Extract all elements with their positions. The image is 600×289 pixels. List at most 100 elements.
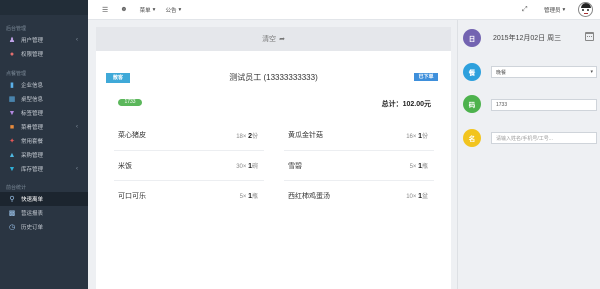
code-circle: 码	[463, 95, 481, 113]
chevron-left-icon: ‹	[76, 37, 78, 43]
dish-quantity: 30× 1碗	[236, 163, 258, 170]
menu-dropdown[interactable]: 菜单 ▾	[140, 6, 156, 14]
sidebar-section-title: 点餐管理	[6, 71, 27, 77]
sidebar-item-label: 用户管理	[21, 38, 44, 44]
sidebar-item-company-info[interactable]: ▮ 企业信息	[0, 78, 88, 92]
sidebar-item-label: 库存管理	[21, 167, 44, 173]
dish-name: 菜心猪皮	[118, 132, 146, 139]
sidebar-item-inventory-management[interactable]: ▼ 库存管理 ‹	[0, 162, 88, 176]
dish-item[interactable]: 西红柿鸡蛋汤 10× 1盆	[284, 180, 434, 210]
dish-quantity: 5× 1瓶	[239, 193, 258, 200]
caret-down-icon: ▾	[152, 6, 156, 13]
sidebar-item-dish-management[interactable]: ■ 菜肴管理 ‹	[0, 120, 88, 134]
sidebar-item-permission-management[interactable]: ● 权限管理	[0, 47, 88, 61]
building-icon: ▮	[10, 81, 14, 89]
admin-name: 管理员	[544, 7, 561, 14]
clear-label: 清空	[262, 36, 277, 43]
dish-item[interactable]: 雪碧 5× 1瓶	[284, 150, 434, 180]
table-number-badge: 1733	[118, 99, 142, 106]
clear-button[interactable]: 清空 ➦	[96, 27, 451, 51]
date-circle: 日	[463, 29, 481, 47]
order-info-panel: 日 2015年12月02日 周三 餐 晚餐 ▾ 码 1733 名 请输入姓名/手…	[457, 20, 600, 289]
dish-item[interactable]: 菜心猪皮 18× 2份	[114, 120, 264, 150]
bar-chart-icon: ▩	[8, 209, 16, 217]
dish-name: 米饭	[118, 162, 132, 170]
name-circle: 名	[463, 129, 481, 147]
sidebar-item-label: 营运报表	[21, 211, 44, 217]
dish-name: 可口可乐	[118, 192, 146, 200]
chevron-left-icon: ‹	[76, 166, 78, 172]
sidebar-item-purchase-management[interactable]: ▲ 采购管理	[0, 148, 88, 162]
sidebar-section-title: 后台管理	[6, 26, 27, 32]
dish-item[interactable]: 黄瓜金针菇 16× 1份	[284, 120, 434, 150]
order-total: 总计：102.00元	[381, 101, 431, 108]
sidebar-item-label: 快速离单	[21, 197, 44, 203]
sidebar-item-label: 常用套餐	[21, 139, 44, 145]
meal-select[interactable]: 晚餐 ▾	[491, 66, 597, 78]
chevron-left-icon: ‹	[76, 124, 78, 130]
caret-down-icon: ▾	[562, 6, 566, 13]
meal-select-value: 晚餐	[496, 69, 507, 76]
dish-icon: ■	[9, 123, 15, 131]
search-icon: ⚲	[9, 195, 15, 203]
sidebar-item-label: 企业信息	[21, 83, 44, 89]
sidebar-item-label: 标签管理	[21, 111, 44, 117]
menu-toggle-icon[interactable]: ☰	[102, 6, 108, 14]
admin-dropdown[interactable]: 管理员 ▾	[544, 6, 565, 14]
dish-row: 菜心猪皮 18× 2份 黄瓜金针菇 16× 1份	[114, 120, 434, 150]
menu-dropdown-label: 菜单	[139, 7, 151, 14]
order-title: 测试员工 (13333333333)	[229, 73, 318, 82]
shield-icon: ●	[9, 50, 15, 58]
fullscreen-icon[interactable]: ⤢	[522, 6, 528, 14]
star-icon: ✦	[9, 137, 15, 145]
dish-quantity: 5× 1瓶	[409, 163, 428, 170]
dish-row: 可口可乐 5× 1瓶 西红柿鸡蛋汤 10× 1盆	[114, 180, 434, 210]
sidebar-item-table-info[interactable]: ▦ 桌型信息	[0, 92, 88, 106]
sidebar-item-label: 历史订单	[21, 225, 44, 231]
meal-circle: 餐	[463, 63, 481, 81]
tag-icon: ▼	[8, 109, 16, 117]
announcement-dropdown-label: 公告	[165, 7, 177, 14]
dish-quantity: 10× 1盆	[406, 193, 428, 200]
order-panel: 清空 ➦ 散客 测试员工 (13333333333) 已下单 1733 总计：1…	[96, 27, 451, 289]
caret-down-icon: ▾	[178, 6, 182, 13]
sidebar-item-label: 菜肴管理	[21, 125, 44, 131]
sidebar-item-tag-management[interactable]: ▼ 标签管理	[0, 106, 88, 120]
dish-quantity: 16× 1份	[406, 132, 428, 140]
dish-name: 西红柿鸡蛋汤	[288, 192, 330, 200]
caret-down-icon: ▾	[590, 69, 593, 75]
customer-search-input[interactable]: 请输入姓名/手机号/工号...	[491, 132, 597, 144]
dish-quantity: 18× 2份	[236, 132, 258, 140]
announcement-dropdown[interactable]: 公告 ▾	[165, 6, 181, 14]
sidebar-item-history-orders[interactable]: ◷ 历史订单	[0, 220, 88, 234]
sidebar-item-label: 桌型信息	[21, 97, 44, 103]
calendar-icon[interactable]	[585, 32, 594, 41]
avatar[interactable]	[578, 2, 593, 17]
dish-row: 米饭 30× 1碗 雪碧 5× 1瓶	[114, 150, 434, 180]
user-icon: ♟	[8, 36, 16, 44]
ordered-status-button[interactable]: 已下单	[414, 73, 438, 81]
sidebar-item-combo-management[interactable]: ✦ 常用套餐	[0, 134, 88, 148]
sidebar-item-quick-order[interactable]: ⚲ 快速离单	[0, 192, 88, 206]
share-icon: ➦	[279, 36, 285, 43]
user-icon[interactable]: ☻	[120, 6, 127, 13]
sidebar-item-label: 采购管理	[21, 153, 44, 159]
sidebar: 后台管理 ♟ 用户管理 ‹ ● 权限管理 点餐管理 ▮ 企业信息 ▦ 桌型信息 …	[0, 0, 88, 289]
dish-item[interactable]: 米饭 30× 1碗	[114, 150, 264, 180]
table-icon: ▦	[8, 95, 16, 103]
dish-name: 黄瓜金针菇	[288, 132, 323, 139]
dish-item[interactable]: 可口可乐 5× 1瓶	[114, 180, 264, 210]
sidebar-item-label: 权限管理	[21, 52, 44, 58]
sidebar-brand	[0, 0, 88, 15]
box-icon: ▼	[8, 165, 16, 173]
top-navbar: ☰ ☻ 菜单 ▾ 公告 ▾ ⤢ 管理员 ▾	[88, 0, 600, 20]
history-icon: ◷	[8, 223, 16, 231]
sidebar-item-user-management[interactable]: ♟ 用户管理 ‹	[0, 33, 88, 47]
table-code-input[interactable]: 1733	[491, 99, 597, 111]
dish-grid: 菜心猪皮 18× 2份 黄瓜金针菇 16× 1份 米饭 30× 1碗 雪碧 5×…	[114, 120, 434, 210]
order-date: 2015年12月02日 周三	[493, 35, 562, 42]
sidebar-section-title: 前台统计	[6, 185, 27, 191]
cart-icon: ▲	[8, 151, 16, 159]
sidebar-item-operations-report[interactable]: ▩ 营运报表	[0, 206, 88, 220]
dish-name: 雪碧	[288, 162, 302, 170]
